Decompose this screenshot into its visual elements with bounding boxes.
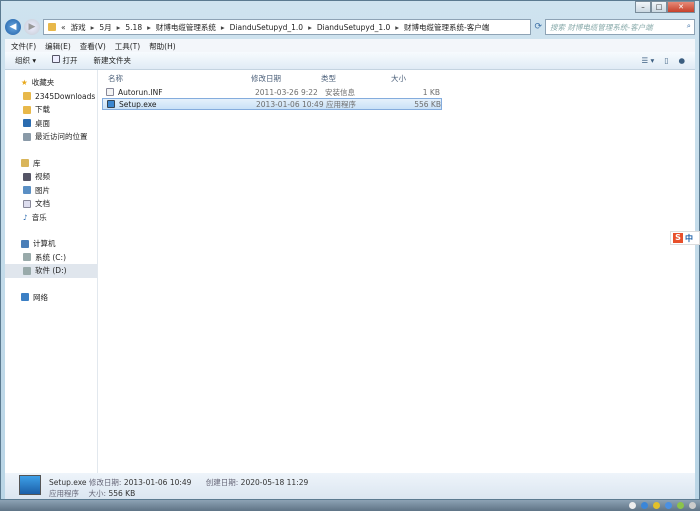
folder-icon (23, 92, 31, 101)
shield-icon[interactable] (665, 502, 672, 509)
details-pane: Setup.exe 修改日期: 2013-01-06 10:49 创建日期: 2… (5, 473, 695, 499)
column-name[interactable]: 名称 (98, 73, 251, 84)
search-input[interactable]: 搜索 财博电缆管理系统-客户端 ⌕ (545, 19, 695, 35)
close-button[interactable]: ✕ (667, 1, 695, 13)
desktop-icon (23, 119, 31, 128)
nav-network[interactable]: 网络 (5, 291, 97, 305)
file-row[interactable]: Autorun.INF 2011-03-26 9:22 安装信息 1 KB (102, 86, 442, 98)
exe-icon (107, 100, 115, 108)
view-options-icon[interactable]: ☰ ▾ (641, 56, 654, 65)
open-button[interactable]: 打开 (52, 55, 78, 66)
menu-file[interactable]: 文件(F) (11, 41, 36, 51)
tray-icon[interactable] (653, 502, 660, 509)
preview-pane-icon[interactable]: ▯ (664, 56, 668, 65)
nav-item[interactable]: 桌面 (5, 117, 97, 131)
picture-icon (23, 186, 31, 195)
recent-icon (23, 132, 31, 141)
explorer-window: – □ ✕ ◀ ▶ « 游戏 ▸ 5月 ▸ 5.18 ▸ 财博电缆管理系统 ▸ Dian… (0, 0, 700, 500)
crumb[interactable]: 财博电缆管理系统 (156, 22, 216, 33)
file-row[interactable]: Setup.exe 2013-01-06 10:49 应用程序 556 KB (102, 98, 442, 110)
download-icon (23, 105, 31, 114)
settings-file-icon (106, 88, 114, 96)
navigation-pane: ★ 收藏夹 2345Downloads 下载 桌面 最近访问的位置 库 视频 图片… (5, 70, 98, 473)
title-bar: – □ ✕ (1, 1, 699, 15)
menu-edit[interactable]: 编辑(E) (45, 41, 71, 51)
crumb[interactable]: 财博电缆管理系统-客户端 (404, 22, 489, 33)
nav-item[interactable]: 图片 (5, 184, 97, 198)
video-icon (23, 172, 31, 181)
tray-icon[interactable] (641, 502, 648, 509)
menu-bar: 文件(F) 编辑(E) 查看(V) 工具(T) 帮助(H) (5, 39, 695, 52)
tray-icon[interactable] (629, 502, 636, 509)
search-icon: ⌕ (686, 21, 691, 30)
column-type[interactable]: 类型 (321, 73, 391, 84)
volume-icon[interactable] (689, 502, 696, 509)
music-icon: ♪ (23, 212, 28, 222)
library-icon (21, 159, 29, 168)
column-size[interactable]: 大小 (391, 73, 436, 84)
nav-item[interactable]: ♪ 音乐 (5, 211, 97, 225)
document-icon (23, 199, 31, 208)
nav-favorites[interactable]: ★ 收藏夹 (5, 76, 97, 90)
drive-icon (23, 253, 31, 262)
new-folder-button[interactable]: 新建文件夹 (94, 55, 132, 66)
computer-icon (21, 239, 29, 248)
crumb[interactable]: 游戏 (71, 22, 86, 33)
back-button[interactable]: ◀ (5, 19, 21, 35)
column-date[interactable]: 修改日期 (251, 73, 321, 84)
maximize-button[interactable]: □ (651, 1, 667, 13)
crumb[interactable]: DianduSetupyd_1.0 (230, 23, 303, 32)
crumb[interactable]: 5.18 (125, 23, 142, 32)
folder-icon (48, 23, 56, 31)
star-icon: ★ (21, 78, 28, 88)
nav-item[interactable]: 视频 (5, 170, 97, 184)
forward-button[interactable]: ▶ (24, 19, 40, 35)
menu-view[interactable]: 查看(V) (80, 41, 106, 51)
nav-item[interactable]: 2345Downloads (5, 90, 97, 104)
nav-item[interactable]: 下载 (5, 103, 97, 117)
open-icon (52, 55, 61, 63)
crumb[interactable]: DianduSetupyd_1.0 (317, 23, 390, 32)
menu-tools[interactable]: 工具(T) (115, 41, 140, 51)
address-bar[interactable]: « 游戏 ▸ 5月 ▸ 5.18 ▸ 财博电缆管理系统 ▸ DianduSetupyd_… (43, 19, 532, 35)
nav-item[interactable]: 文档 (5, 197, 97, 211)
nav-item[interactable]: 软件 (D:) (5, 264, 97, 278)
refresh-icon[interactable]: ⟳ (534, 22, 542, 32)
nav-libraries[interactable]: 库 (5, 157, 97, 171)
breadcrumb-overflow[interactable]: « (61, 23, 66, 32)
menu-help[interactable]: 帮助(H) (149, 41, 176, 51)
tray-icon[interactable] (677, 502, 684, 509)
organize-button[interactable]: 组织 ▾ (15, 55, 36, 66)
nav-computer[interactable]: 计算机 (5, 237, 97, 251)
exe-large-icon (19, 475, 41, 495)
drive-icon (23, 266, 31, 275)
crumb[interactable]: 5月 (99, 22, 111, 33)
network-icon (21, 293, 29, 302)
ime-indicator[interactable]: S中 (670, 231, 700, 245)
help-icon[interactable]: ● (678, 56, 685, 65)
nav-item[interactable]: 最近访问的位置 (5, 130, 97, 144)
file-list: 名称 修改日期 类型 大小 Autorun.INF 2011-03-26 9:2… (98, 70, 695, 473)
nav-item[interactable]: 系统 (C:) (5, 251, 97, 265)
taskbar (0, 500, 700, 511)
minimize-button[interactable]: – (635, 1, 651, 13)
command-bar: 组织 ▾ 打开 新建文件夹 ☰ ▾ ▯ ● (5, 52, 695, 70)
